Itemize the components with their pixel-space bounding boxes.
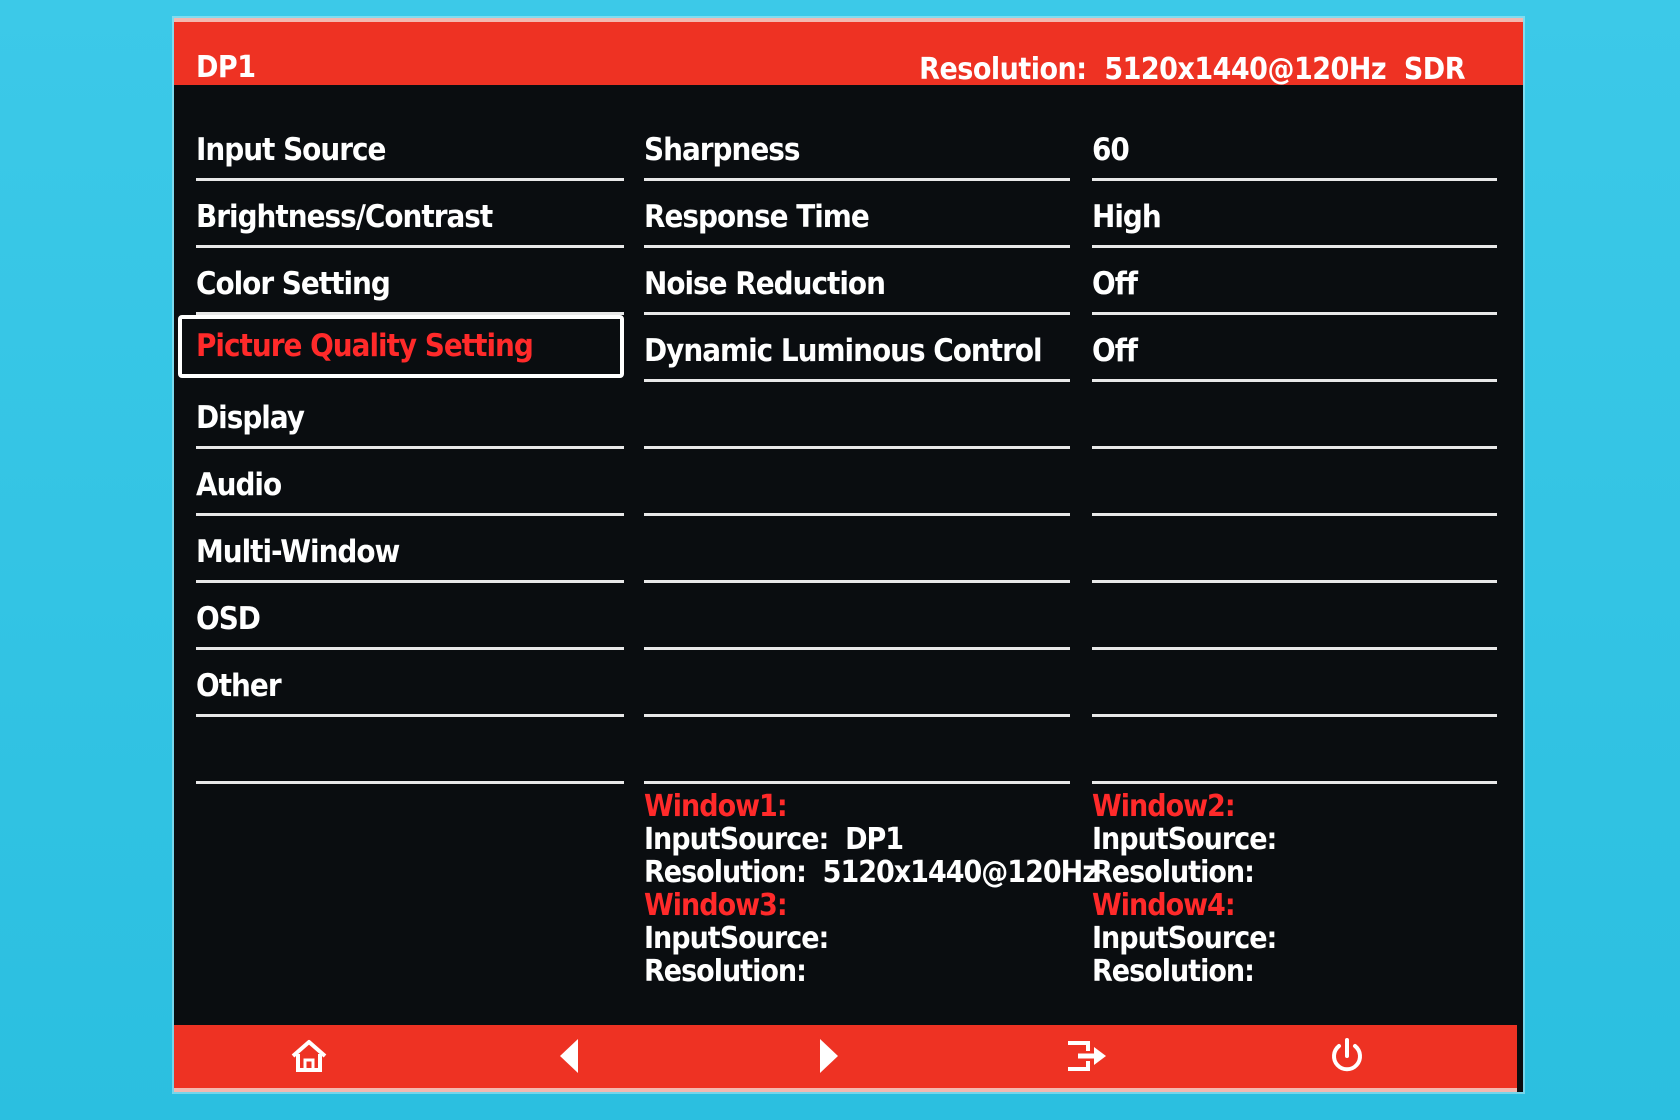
- resolution-readout: Resolution: 5120x1440@120Hz SDR: [919, 52, 1465, 87]
- osd-menu: DP1 Resolution: 5120x1440@120Hz SDR Inpu…: [174, 18, 1523, 1092]
- exit-icon: [1068, 1041, 1106, 1071]
- window4-title: Window4:: [1092, 888, 1236, 923]
- menu-item-empty: [196, 717, 624, 784]
- window2-input: InputSource:: [1092, 822, 1277, 857]
- home-icon: [291, 1040, 327, 1072]
- menu-item-brightness-contrast[interactable]: Brightness/Contrast: [196, 181, 624, 248]
- value-empty: [1092, 650, 1497, 717]
- menu-item-multi-window[interactable]: Multi-Window: [196, 516, 624, 583]
- menu-item-other[interactable]: Other: [196, 650, 624, 717]
- window2-title: Window2:: [1092, 789, 1236, 824]
- left-button[interactable]: [544, 1033, 594, 1079]
- value-response-time[interactable]: High: [1092, 181, 1497, 248]
- window2-resolution: Resolution:: [1092, 855, 1255, 890]
- menu-item-audio[interactable]: Audio: [196, 449, 624, 516]
- window1-resolution: Resolution: 5120x1440@120Hz: [644, 855, 1098, 890]
- menu-item-input-source[interactable]: Input Source: [196, 114, 624, 181]
- menu-item-osd[interactable]: OSD: [196, 583, 624, 650]
- setting-values: 60 High Off Off: [1092, 114, 1497, 784]
- menu-item-display[interactable]: Display: [196, 382, 624, 449]
- osd-footer: [174, 1025, 1517, 1092]
- setting-empty: [644, 449, 1070, 516]
- setting-response-time[interactable]: Response Time: [644, 181, 1070, 248]
- osd-header: DP1 Resolution: 5120x1440@120Hz SDR: [174, 18, 1523, 87]
- left-arrow-icon: [560, 1039, 578, 1073]
- setting-empty: [644, 650, 1070, 717]
- window1-input: InputSource: DP1: [644, 822, 904, 857]
- window3-title: Window3:: [644, 888, 788, 923]
- monitor-screen: DP1 Resolution: 5120x1440@120Hz SDR Inpu…: [0, 0, 1680, 1120]
- value-empty: [1092, 516, 1497, 583]
- window3-resolution: Resolution:: [644, 954, 807, 989]
- value-empty: [1092, 583, 1497, 650]
- power-icon: [1332, 1038, 1362, 1072]
- value-dynamic-luminous-control[interactable]: Off: [1092, 315, 1497, 382]
- main-menu: Input Source Brightness/Contrast Color S…: [178, 114, 624, 784]
- window-info-right: Window2: InputSource: Resolution: Window4: I…: [1092, 789, 1277, 989]
- menu-item-picture-quality-setting[interactable]: Picture Quality Setting: [178, 315, 624, 378]
- setting-empty: [644, 583, 1070, 650]
- value-empty: [1092, 449, 1497, 516]
- setting-empty: [644, 717, 1070, 784]
- value-empty: [1092, 382, 1497, 449]
- setting-sharpness[interactable]: Sharpness: [644, 114, 1070, 181]
- value-empty: [1092, 717, 1497, 784]
- input-title: DP1: [196, 50, 256, 85]
- power-button[interactable]: [1322, 1033, 1372, 1079]
- menu-item-color-setting[interactable]: Color Setting: [196, 248, 624, 315]
- value-sharpness[interactable]: 60: [1092, 114, 1497, 181]
- right-button[interactable]: [804, 1033, 854, 1079]
- setting-names: Sharpness Response Time Noise Reduction …: [644, 114, 1070, 784]
- window3-input: InputSource:: [644, 921, 829, 956]
- value-noise-reduction[interactable]: Off: [1092, 248, 1497, 315]
- exit-button[interactable]: [1062, 1033, 1112, 1079]
- setting-empty: [644, 382, 1070, 449]
- home-button[interactable]: [284, 1033, 334, 1079]
- setting-empty: [644, 516, 1070, 583]
- window4-input: InputSource:: [1092, 921, 1277, 956]
- window1-title: Window1:: [644, 789, 788, 824]
- setting-dynamic-luminous-control[interactable]: Dynamic Luminous Control: [644, 315, 1070, 382]
- window4-resolution: Resolution:: [1092, 954, 1255, 989]
- setting-noise-reduction[interactable]: Noise Reduction: [644, 248, 1070, 315]
- window-info-left: Window1: InputSource: DP1 Resolution: 5120…: [644, 789, 1098, 989]
- right-arrow-icon: [820, 1039, 838, 1073]
